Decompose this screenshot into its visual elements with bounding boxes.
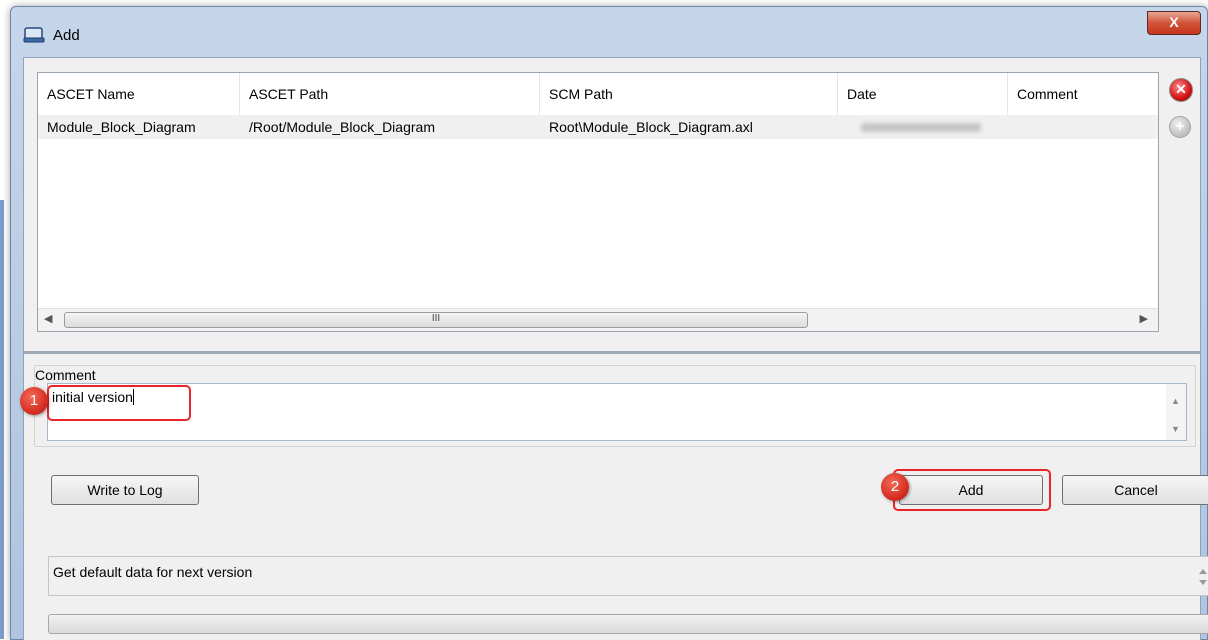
scroll-up-icon[interactable]: ▲ — [1171, 396, 1180, 406]
status-spinner-icon[interactable] — [1195, 563, 1208, 591]
table-header: ASCET Name ASCET Path SCM Path Date Comm… — [38, 73, 1158, 116]
status-text: Get default data for next version — [53, 564, 253, 580]
column-header-ascet-name[interactable]: ASCET Name — [38, 73, 240, 115]
add-dialog: Add X ASCET Name ASCET Path SCM Path Dat… — [10, 6, 1208, 640]
database-icon — [23, 27, 45, 43]
step-badge-2: 2 — [881, 473, 909, 501]
cancel-button[interactable]: Cancel — [1062, 475, 1208, 505]
step-badge-1: 1 — [20, 387, 48, 415]
write-to-log-button[interactable]: Write to Log — [51, 475, 199, 505]
scroll-down-icon[interactable]: ▼ — [1171, 424, 1180, 434]
horizontal-scrollbar[interactable]: ◀ III ▶ — [38, 308, 1158, 331]
status-box: Get default data for next version — [48, 556, 1208, 596]
comment-input[interactable]: initial version ▲ ▼ — [47, 383, 1187, 441]
scroll-thumb[interactable]: III — [64, 312, 808, 328]
window-edge — [0, 200, 4, 639]
table-row[interactable]: Module_Block_Diagram /Root/Module_Block_… — [38, 115, 1158, 139]
scroll-left-icon[interactable]: ◀ — [44, 312, 52, 325]
cell-ascet-path: /Root/Module_Block_Diagram — [249, 119, 435, 135]
remove-icon[interactable]: ✕ — [1169, 78, 1193, 102]
column-header-ascet-path[interactable]: ASCET Path — [240, 73, 540, 115]
splitter[interactable] — [24, 351, 1200, 354]
add-button[interactable]: Add — [899, 475, 1043, 505]
comment-scrollbar[interactable]: ▲ ▼ — [1166, 384, 1186, 440]
title-bar: Add X — [11, 7, 1207, 57]
cell-date-blurred — [861, 123, 981, 132]
column-header-date[interactable]: Date — [838, 73, 1008, 115]
window-title: Add — [53, 27, 80, 44]
dialog-client: ASCET Name ASCET Path SCM Path Date Comm… — [20, 57, 1208, 640]
comment-highlight — [47, 385, 191, 421]
items-table[interactable]: ASCET Name ASCET Path SCM Path Date Comm… — [37, 72, 1159, 332]
cell-ascet-name: Module_Block_Diagram — [47, 119, 196, 135]
add-item-icon[interactable]: + — [1169, 116, 1191, 138]
progress-bar — [48, 614, 1208, 634]
scroll-right-icon[interactable]: ▶ — [1140, 312, 1148, 325]
column-header-scm-path[interactable]: SCM Path — [540, 73, 838, 115]
column-header-comment[interactable]: Comment — [1008, 73, 1158, 115]
comment-label: Comment — [35, 367, 96, 383]
close-button[interactable]: X — [1147, 11, 1201, 35]
cell-scm-path: Root\Module_Block_Diagram.axl — [549, 119, 753, 135]
